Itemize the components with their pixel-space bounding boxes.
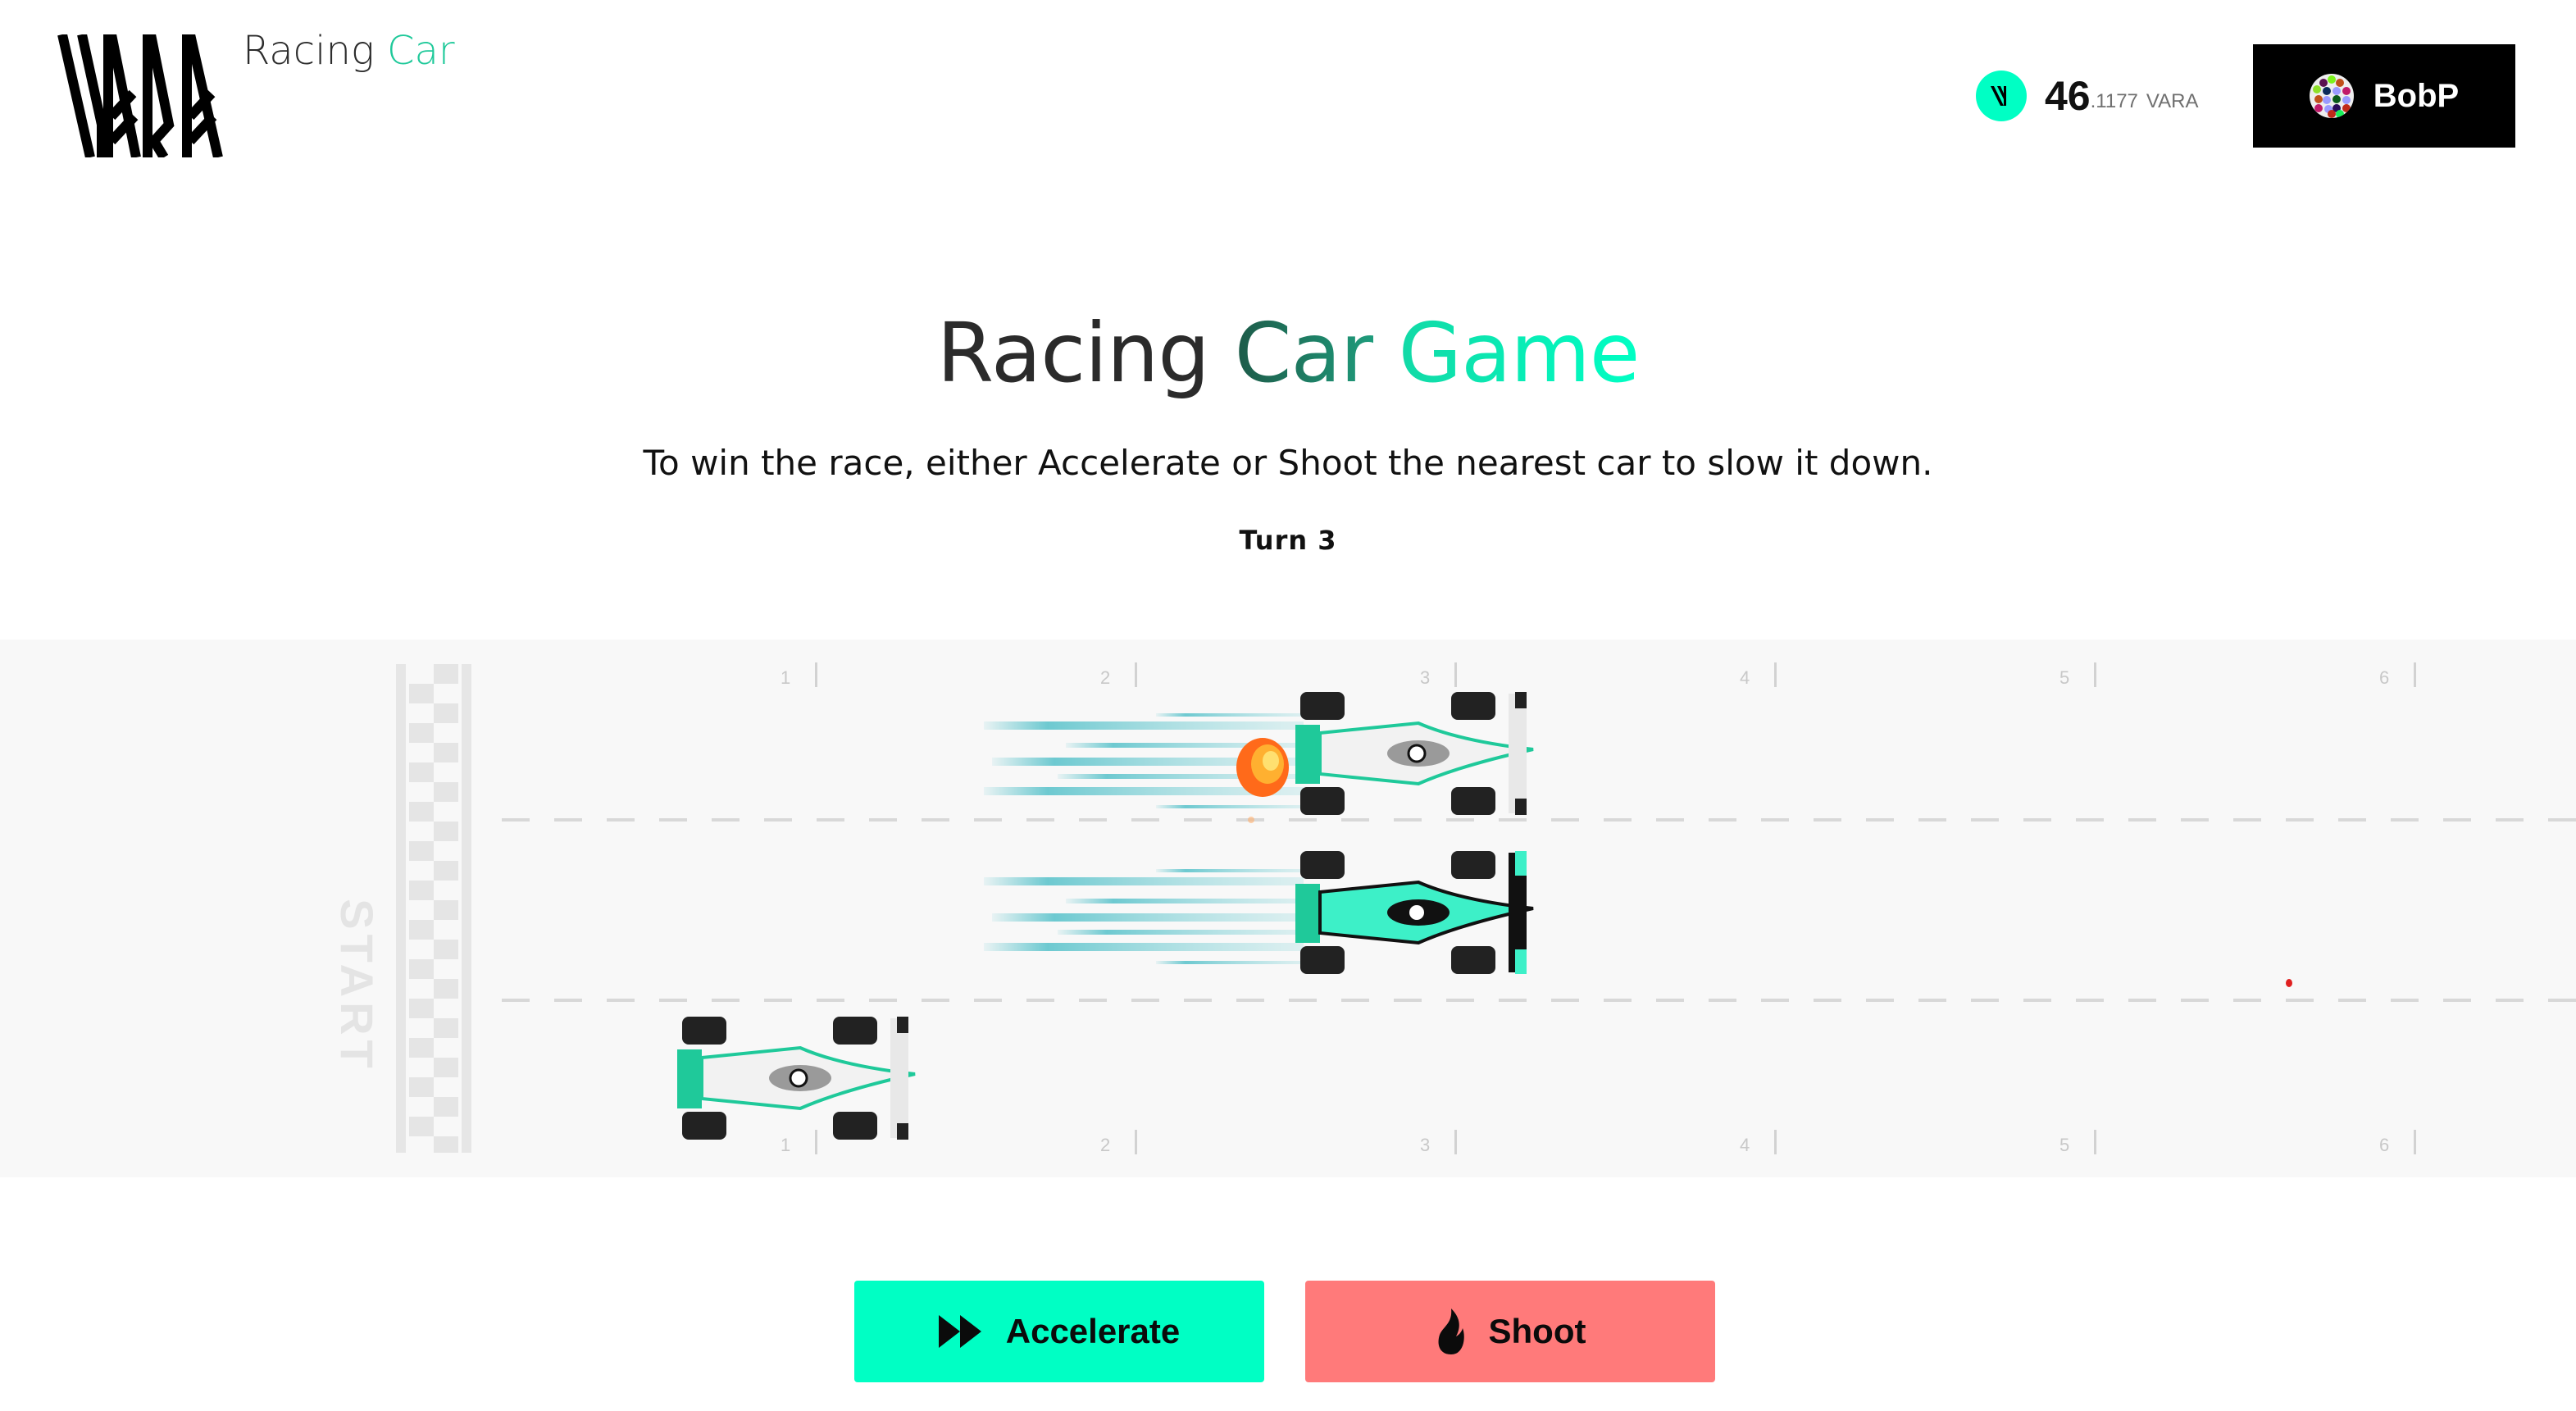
distance-marker: 4 [1740,1130,1777,1154]
distance-marker: 6 [2379,1130,2417,1155]
distance-marker-label: 1 [781,667,791,688]
distance-marker: 3 [1420,662,1458,688]
balance-unit: VARA [2146,90,2199,112]
distance-marker-tick [1454,662,1458,687]
track-dot [2286,979,2292,987]
account-name: BobP [2373,77,2460,114]
distance-marker-tick [2094,662,2097,687]
car-lane-2 [976,849,1541,981]
account-button[interactable]: BobP [2253,44,2515,148]
start-line-rail [396,664,406,1153]
distance-marker: 2 [1100,1130,1138,1155]
distance-marker-label: 2 [1100,1135,1111,1155]
distance-marker: 5 [2059,662,2097,688]
balance-integer: 46 [2045,73,2091,119]
distance-marker: 3 [1420,1130,1458,1155]
distance-marker-label: 6 [2379,667,2390,688]
fire-icon [1438,1309,1464,1354]
race-car-white [1295,692,1534,815]
distance-marker-tick [1454,1130,1458,1154]
start-label-text: START [330,898,383,1073]
distance-marker-tick [2414,1130,2417,1154]
identicon-avatar-icon [2309,74,2354,118]
start-label: START [324,887,389,1084]
distance-marker: 4 [1740,662,1777,687]
turn-counter: Turn 3 [1239,525,1337,556]
distance-marker-tick [1774,662,1777,687]
app-name-racing: Racing [243,28,375,74]
distance-marker: 1 [781,662,818,688]
distance-marker-tick [2094,1130,2097,1154]
title-game: Game [1398,305,1641,401]
distance-marker-label: 5 [2059,667,2070,688]
distance-marker-tick [2414,662,2417,687]
distance-marker-tick [815,662,818,687]
distance-marker: 5 [2059,1130,2097,1155]
distance-marker-label: 2 [1100,667,1111,688]
start-line [396,664,471,1153]
vara-coin-icon [1976,71,2027,121]
accelerate-button[interactable]: Accelerate [854,1281,1264,1382]
distance-marker-tick [1135,662,1138,687]
title-racing: Racing [936,305,1210,401]
race-track: START 123456 123456 [0,640,2576,1177]
shoot-label: Shoot [1488,1312,1586,1350]
app-name-car: Car [386,28,455,74]
car-lane-3 [674,1013,920,1145]
race-car-teal [1295,851,1534,974]
distance-marker-tick [1135,1130,1138,1154]
race-car-white [677,1017,916,1140]
fast-forward-icon [938,1315,981,1348]
distance-marker-tick [1774,1130,1777,1154]
vara-logo[interactable] [57,34,241,157]
distance-marker-label: 6 [2379,1135,2390,1155]
shoot-button[interactable]: Shoot [1305,1281,1715,1382]
car-lane-1 [976,685,1541,825]
fire-hit-icon [1236,738,1289,823]
start-line-rail [462,664,471,1153]
distance-marker-label: 4 [1740,1135,1750,1155]
checkered-flag-pattern [409,664,458,1153]
accelerate-label: Accelerate [1005,1312,1181,1350]
distance-marker: 6 [2379,662,2417,688]
speed-lines [984,869,1304,964]
game-instructions: To win the race, either Accelerate or Sh… [643,443,1933,483]
title-car: Car [1234,305,1374,401]
wallet-balance: 46 .1177 VARA [1976,71,2198,121]
distance-marker-label: 3 [1420,667,1431,688]
page-title: Racing Car Game [0,305,2576,401]
balance-fraction: .1177 [2090,90,2138,112]
distance-marker: 2 [1100,662,1138,688]
distance-marker-label: 3 [1420,1135,1431,1155]
lane-divider [502,999,2576,1002]
distance-marker-label: 5 [2059,1135,2070,1155]
distance-marker-label: 4 [1740,667,1750,688]
app-name: Racing Car [243,28,455,74]
